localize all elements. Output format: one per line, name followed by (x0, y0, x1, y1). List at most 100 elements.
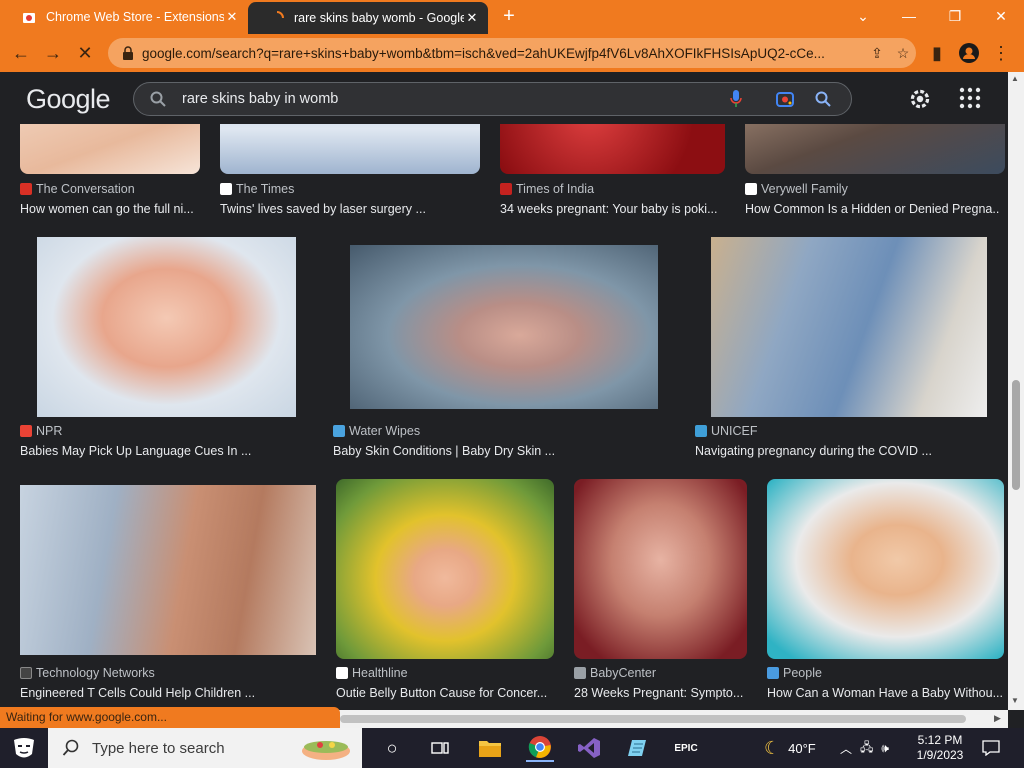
result-caption[interactable]: Navigating pregnancy during the COVID ..… (695, 444, 995, 458)
microphone-icon[interactable] (729, 89, 743, 109)
result-image[interactable] (37, 237, 296, 417)
new-tab-button[interactable]: + (498, 6, 520, 28)
result-image[interactable] (350, 245, 658, 409)
cortana-circle-icon[interactable]: ○ (378, 734, 406, 762)
result-source[interactable]: Verywell Family (745, 182, 848, 196)
result-caption[interactable]: 28 Weeks Pregnant: Sympto... (574, 686, 752, 700)
result-caption[interactable]: Baby Skin Conditions | Baby Dry Skin ... (333, 444, 673, 458)
notepad-icon[interactable] (624, 734, 652, 762)
result-image[interactable] (767, 479, 1004, 659)
network-icon[interactable]: 🖧 (860, 738, 873, 759)
volume-icon[interactable]: 🕪 (881, 741, 889, 756)
result-source[interactable]: UNICEF (695, 424, 758, 438)
chrome-taskbar-icon[interactable] (526, 734, 554, 762)
search-query: rare skins baby in womb (182, 91, 339, 107)
result-image[interactable] (500, 124, 725, 174)
source-name: UNICEF (711, 424, 758, 438)
source-favicon-icon (500, 183, 512, 195)
scroll-right-arrow-icon[interactable]: ▶ (994, 713, 1001, 724)
result-image[interactable] (220, 124, 480, 174)
notifications-icon[interactable] (982, 728, 1000, 768)
moon-icon: ☾ (764, 737, 781, 758)
result-caption[interactable]: Babies May Pick Up Language Cues In ... (20, 444, 310, 458)
result-source[interactable]: People (767, 666, 822, 680)
chrome-menu-icon[interactable]: ⋮ (986, 38, 1016, 68)
chrome-web-store-icon (23, 13, 35, 23)
result-caption[interactable]: How Common Is a Hidden or Denied Pregna.… (745, 202, 1000, 216)
vertical-scroll-thumb[interactable] (1012, 380, 1020, 490)
forward-button[interactable]: → (38, 38, 68, 68)
stop-loading-button[interactable]: ✕ (70, 38, 100, 68)
result-source[interactable]: Times of India (500, 182, 594, 196)
clock[interactable]: 5:12 PM 1/9/2023 (912, 728, 968, 768)
chevron-up-icon[interactable]: ︿ (840, 740, 852, 757)
google-lens-icon[interactable] (775, 89, 795, 109)
result-caption[interactable]: Twins' lives saved by laser surgery ... (220, 202, 480, 216)
result-image[interactable] (711, 237, 987, 417)
source-name: Times of India (516, 182, 595, 196)
epic-games-icon[interactable]: EPIC (672, 734, 700, 762)
windows-taskbar: Type here to search ○ EPIC ☾ 40°F ︿ 🖧 🕪 5:1… (0, 728, 1024, 768)
scroll-down-arrow-icon[interactable]: ▼ (1011, 696, 1019, 705)
result-source[interactable]: NPR (20, 424, 62, 438)
result-image[interactable] (20, 485, 316, 655)
source-favicon-icon (333, 425, 345, 437)
share-icon[interactable]: ⇪ (864, 45, 890, 62)
tab-google-search[interactable]: rare skins baby womb - Google S ✕ (248, 2, 488, 34)
result-image[interactable] (574, 479, 747, 659)
restore-button[interactable]: ❐ (932, 0, 978, 32)
result-caption[interactable]: Engineered T Cells Could Help Children .… (20, 686, 320, 700)
result-source[interactable]: Technology Networks (20, 666, 155, 680)
back-button[interactable]: ← (6, 38, 36, 68)
google-logo[interactable]: Google (26, 84, 111, 115)
tab-search-chevron-icon[interactable]: ⌄ (840, 0, 886, 32)
result-caption[interactable]: How women can go the full ni... (20, 202, 195, 216)
result-caption[interactable]: Outie Belly Button Cause for Concer... (336, 686, 556, 700)
result-image[interactable] (336, 479, 554, 659)
result-caption[interactable]: How Can a Woman Have a Baby Withou... (767, 686, 1003, 700)
result-source[interactable]: The Conversation (20, 182, 135, 196)
source-favicon-icon (574, 667, 586, 679)
weather-temp: 40°F (788, 740, 816, 756)
source-name: NPR (36, 424, 63, 438)
search-submit-icon[interactable] (815, 91, 831, 107)
close-window-button[interactable]: ✕ (978, 0, 1024, 32)
weather-widget[interactable]: ☾ 40°F (764, 728, 816, 768)
bookmark-star-icon[interactable]: ☆ (890, 45, 916, 62)
source-name: Technology Networks (36, 666, 155, 680)
result-image[interactable] (20, 124, 200, 174)
source-name: BabyCenter (590, 666, 657, 680)
address-bar[interactable]: google.com/search?q=rare+skins+baby+womb… (108, 38, 916, 68)
result-source[interactable]: Healthline (336, 666, 408, 680)
search-icon (62, 739, 79, 756)
side-panel-icon[interactable]: ▮ (922, 38, 952, 68)
result-source[interactable]: Water Wipes (333, 424, 420, 438)
anonymous-mask-icon (14, 738, 34, 758)
result-image[interactable] (745, 124, 1005, 174)
task-view-icon[interactable] (426, 734, 454, 762)
source-favicon-icon (745, 183, 757, 195)
google-apps-grid-icon[interactable] (958, 86, 982, 110)
horizontal-scroll-thumb[interactable] (340, 715, 966, 723)
result-source[interactable]: The Times (220, 182, 294, 196)
minimize-button[interactable]: — (886, 0, 932, 32)
start-button[interactable] (10, 734, 38, 762)
result-caption[interactable]: 34 weeks pregnant: Your baby is poki... (500, 202, 725, 216)
scroll-up-arrow-icon[interactable]: ▲ (1011, 74, 1019, 83)
search-input[interactable]: rare skins baby in womb (133, 82, 852, 116)
result-source[interactable]: BabyCenter (574, 666, 656, 680)
source-name: Verywell Family (761, 182, 848, 196)
clock-time: 5:12 PM (917, 733, 963, 747)
tab-close-icon[interactable]: ✕ (464, 10, 480, 26)
settings-gear-icon[interactable] (907, 86, 933, 112)
tab-close-icon[interactable]: ✕ (224, 9, 240, 25)
profile-avatar-icon[interactable] (954, 38, 984, 68)
source-favicon-icon (695, 425, 707, 437)
tab-title: rare skins baby womb - Google S (294, 11, 464, 25)
tab-chrome-web-store[interactable]: Chrome Web Store - Extensions ✕ (0, 0, 248, 34)
taskbar-search-box[interactable]: Type here to search (48, 728, 362, 768)
system-tray-icons[interactable]: ︿ 🖧 🕪 (840, 728, 889, 768)
visual-studio-icon[interactable] (575, 734, 603, 762)
file-explorer-icon[interactable] (476, 734, 504, 762)
vertical-scrollbar[interactable]: ▲ ▼ (1008, 72, 1024, 710)
